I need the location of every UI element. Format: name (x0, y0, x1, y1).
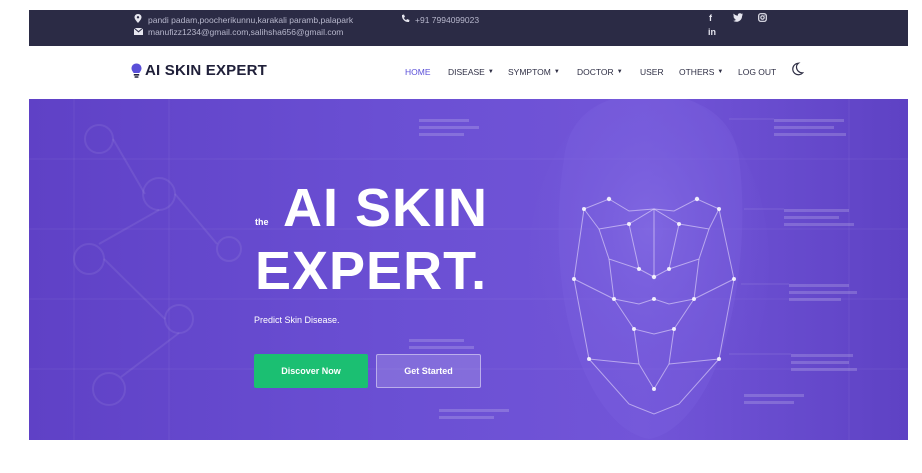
facebook-icon[interactable]: f (709, 13, 712, 23)
moon-icon[interactable] (790, 62, 805, 76)
address-text: pandi padam,poocherikunnu,karakali param… (148, 14, 354, 25)
hero-banner: the AI SKIN EXPERT. Predict Skin Disease… (29, 99, 908, 440)
nav-label-doctor: DOCTOR (577, 67, 614, 77)
nav-item-logout[interactable]: LOG OUT (738, 67, 776, 77)
phone-icon (400, 14, 410, 25)
linkedin-icon[interactable]: in (708, 27, 716, 37)
hero-title-line1: AI SKIN (283, 178, 489, 238)
nav-item-symptom[interactable]: SYMPTOM ▼ (508, 67, 560, 77)
nav-label-others: OTHERS (679, 67, 715, 77)
lightbulb-icon (131, 63, 142, 79)
brand-logo[interactable]: AI SKIN EXPERT (131, 62, 267, 79)
nav-label-user: USER (640, 67, 664, 77)
twitter-icon[interactable] (733, 13, 743, 24)
hero-subtitle: Predict Skin Disease. (254, 315, 340, 325)
hero-prefix: the (255, 217, 269, 227)
page-frame: pandi padam,poocherikunnu,karakali param… (29, 10, 908, 440)
instagram-icon[interactable] (758, 13, 767, 24)
discover-now-button[interactable]: Discover Now (254, 354, 368, 388)
main-navbar: AI SKIN EXPERT HOME DISEASE ▼ SYMPTOM ▼ … (29, 46, 908, 99)
nav-label-disease: DISEASE (448, 67, 485, 77)
envelope-icon (133, 27, 143, 37)
chevron-down-icon: ▼ (616, 69, 623, 75)
nav-label-logout: LOG OUT (738, 67, 777, 77)
nav-item-disease[interactable]: DISEASE ▼ (448, 67, 494, 77)
location-pin-icon (133, 14, 143, 25)
nav-label-symptom: SYMPTOM (508, 67, 551, 77)
phone-row: +91 7994099023 (400, 14, 479, 25)
address-row: pandi padam,poocherikunnu,karakali param… (133, 14, 353, 25)
nav-item-others[interactable]: OTHERS ▼ (679, 67, 723, 77)
get-started-button[interactable]: Get Started (376, 354, 481, 388)
nav-item-doctor[interactable]: DOCTOR ▼ (577, 67, 623, 77)
chevron-down-icon: ▼ (553, 69, 560, 75)
nav-label-home: HOME (405, 67, 431, 77)
chevron-down-icon: ▼ (717, 69, 724, 75)
nav-item-home[interactable]: HOME (405, 67, 431, 77)
phone-text[interactable]: +91 7994099023 (415, 15, 479, 25)
top-contact-bar: pandi padam,poocherikunnu,karakali param… (29, 10, 908, 46)
hero-title-line2: EXPERT. (255, 241, 488, 301)
brand-name: AI SKIN EXPERT (145, 62, 267, 79)
email-text[interactable]: manufizz1234@gmail.com,salihsha656@gmail… (148, 27, 343, 37)
email-row: manufizz1234@gmail.com,salihsha656@gmail… (133, 27, 343, 37)
nav-item-user[interactable]: USER (640, 67, 664, 77)
chevron-down-icon: ▼ (487, 69, 494, 75)
